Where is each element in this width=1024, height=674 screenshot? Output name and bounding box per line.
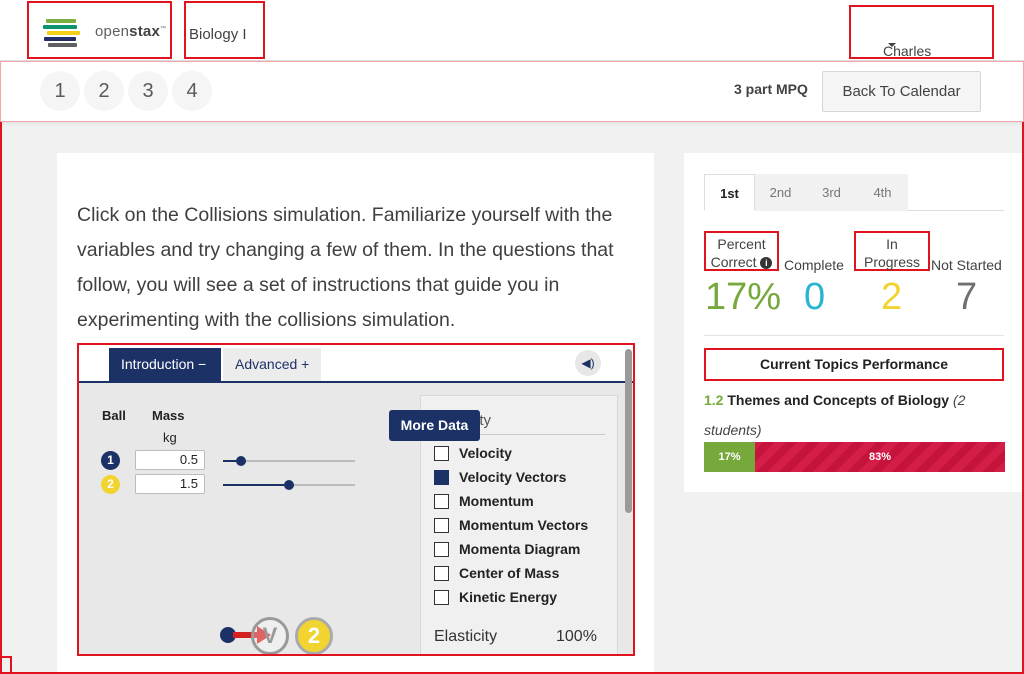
step-3-button[interactable]: 3 bbox=[128, 71, 168, 111]
ball-2-icon: 2 bbox=[101, 475, 120, 494]
mass-column-label: Mass bbox=[152, 408, 185, 423]
correct-portion: 17% bbox=[704, 442, 755, 472]
back-to-calendar-button[interactable]: Back To Calendar bbox=[822, 71, 981, 112]
checkbox-label: Momenta Diagram bbox=[459, 541, 581, 557]
checkbox-icon bbox=[434, 446, 449, 461]
elasticity-value: 100% bbox=[556, 628, 597, 645]
collisions-simulation[interactable]: Introduction − Advanced + ◀) Ball Mass k… bbox=[77, 343, 635, 656]
checkbox-icon bbox=[434, 494, 449, 509]
topic-name: Themes and Concepts of Biology bbox=[727, 392, 950, 408]
topic-number: 1.2 bbox=[704, 392, 724, 408]
in-progress-label: In Progress bbox=[854, 231, 930, 271]
progress-label-line-2: Progress bbox=[863, 254, 921, 270]
tab-1st-period[interactable]: 1st bbox=[704, 174, 755, 211]
question-text: Click on the Collisions simulation. Fami… bbox=[77, 204, 614, 331]
topic-title[interactable]: 1.2 Themes and Concepts of Biology (2 st… bbox=[704, 385, 1004, 445]
complete-value: 0 bbox=[804, 276, 826, 318]
top-navbar: openstax™ Biology I Charles Morris bbox=[0, 0, 1024, 75]
ball-2-slider-handle[interactable] bbox=[284, 480, 294, 490]
velocity-handle-ball-1[interactable]: V bbox=[251, 617, 289, 654]
in-label-line-1: In bbox=[886, 236, 898, 252]
logo-text-bold: stax bbox=[129, 23, 160, 40]
logo-tm: ™ bbox=[160, 26, 167, 32]
ball-2-slider-fill bbox=[223, 484, 289, 486]
checkbox-label: Velocity bbox=[459, 445, 512, 461]
corner-highlight bbox=[0, 656, 12, 674]
performance-panel: 1st 2nd 3rd 4th Percent Correct i Comple… bbox=[684, 153, 1024, 492]
not-started-value: 7 bbox=[956, 276, 978, 318]
step-1-button[interactable]: 1 bbox=[40, 71, 80, 111]
in-progress-value: 2 bbox=[881, 276, 903, 318]
elasticity-label: Elasticity bbox=[434, 628, 498, 645]
info-icon[interactable]: i bbox=[760, 257, 773, 270]
mpq-label: 3 part MPQ bbox=[734, 81, 808, 97]
user-menu-dropdown[interactable]: Charles Morris bbox=[849, 5, 994, 75]
tab-2nd-period[interactable]: 2nd bbox=[755, 174, 806, 211]
incorrect-portion: 83% bbox=[755, 442, 1005, 472]
tab-3rd-period[interactable]: 3rd bbox=[806, 174, 857, 211]
ball-1-icon: 1 bbox=[101, 451, 120, 470]
logo-text-light: open bbox=[95, 23, 130, 40]
percent-correct-label: Percent Correct i bbox=[704, 231, 779, 271]
not-started-label: Not Started bbox=[931, 257, 1002, 273]
topic-progress-bar[interactable]: 17% 83% bbox=[704, 442, 1005, 472]
ball-2-mass-input[interactable]: 1.5 bbox=[135, 474, 205, 494]
simulation-scrollbar[interactable] bbox=[625, 349, 632, 513]
percent-correct-value: 17% bbox=[705, 276, 782, 318]
ball-column-label: Ball bbox=[102, 408, 126, 423]
step-2-button[interactable]: 2 bbox=[84, 71, 124, 111]
course-title-link[interactable]: Biology I bbox=[184, 1, 265, 59]
more-data-button[interactable]: More Data bbox=[389, 410, 480, 441]
tab-4th-period[interactable]: 4th bbox=[857, 174, 908, 211]
checkbox-icon bbox=[434, 518, 449, 533]
checkbox-label: Center of Mass bbox=[459, 565, 560, 581]
percent-label-line-1: Percent bbox=[717, 236, 766, 252]
mass-unit-label: kg bbox=[163, 430, 177, 445]
period-tabs: 1st 2nd 3rd 4th bbox=[704, 174, 1004, 211]
tab-advanced[interactable]: Advanced + bbox=[223, 348, 321, 381]
checkbox-icon bbox=[434, 590, 449, 605]
complete-label: Complete bbox=[784, 257, 844, 273]
checkbox-icon bbox=[434, 566, 449, 581]
checkbox-label: Velocity Vectors bbox=[459, 469, 567, 485]
chevron-down-icon bbox=[888, 43, 896, 47]
correct-label-line-2: Correct bbox=[710, 254, 757, 270]
checkbox-label: Kinetic Energy bbox=[459, 589, 558, 605]
course-title: Biology I bbox=[189, 26, 247, 43]
ball-2-icon-large[interactable]: 2 bbox=[295, 617, 333, 654]
tab-introduction[interactable]: Introduction − bbox=[109, 348, 221, 381]
current-topics-performance-heading: Current Topics Performance bbox=[704, 348, 1004, 381]
logo-wordmark: openstax™ bbox=[95, 23, 166, 40]
checkbox-icon bbox=[434, 542, 449, 557]
simulation-tab-bar: Introduction − Advanced + ◀) bbox=[79, 345, 633, 383]
sound-icon[interactable]: ◀) bbox=[575, 350, 601, 376]
ball-1-slider-handle[interactable] bbox=[236, 456, 247, 466]
ball-1-mass-input[interactable]: 0.5 bbox=[135, 450, 205, 470]
checkbox-label: Momentum bbox=[459, 493, 534, 509]
step-navigation-bar: 1 2 3 4 3 part MPQ Back To Calendar bbox=[0, 61, 1024, 122]
checkbox-checked-icon bbox=[434, 470, 449, 485]
divider bbox=[704, 335, 1004, 336]
checkbox-label: Momentum Vectors bbox=[459, 517, 589, 533]
openstax-logo[interactable]: openstax™ bbox=[27, 1, 172, 59]
books-logo-icon bbox=[43, 19, 83, 47]
step-4-button[interactable]: 4 bbox=[172, 71, 212, 111]
